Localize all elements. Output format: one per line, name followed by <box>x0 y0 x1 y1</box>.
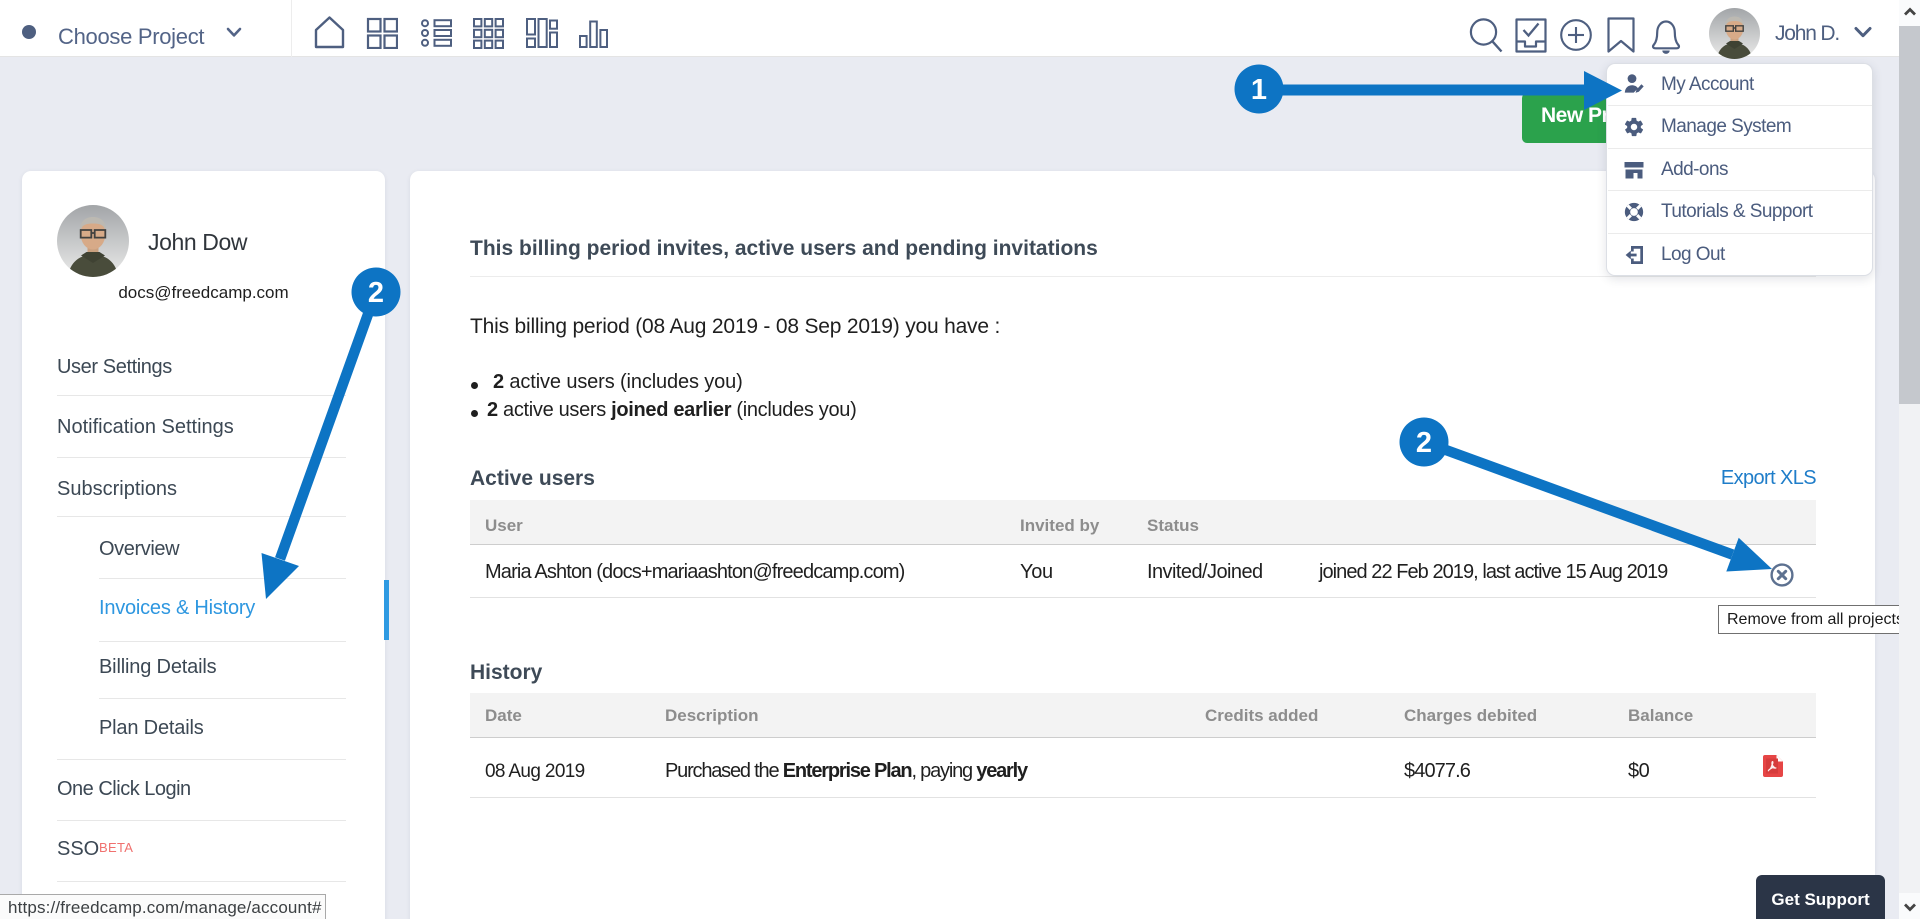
svg-text:2: 2 <box>368 277 384 309</box>
svg-text:1: 1 <box>1251 74 1267 106</box>
svg-text:2: 2 <box>1416 427 1432 459</box>
